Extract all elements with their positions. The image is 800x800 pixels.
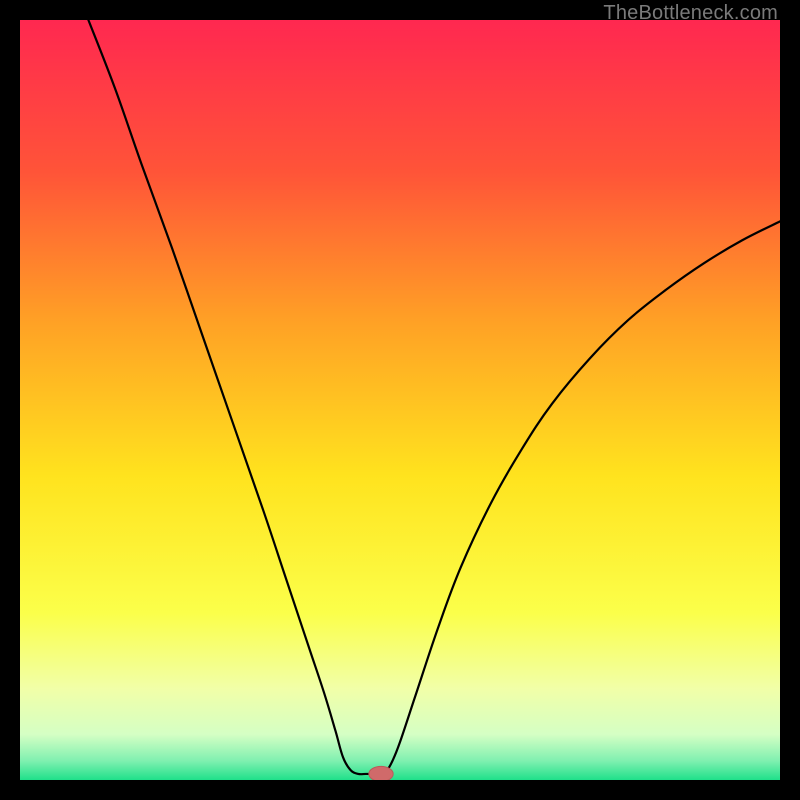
chart-svg [20,20,780,780]
plot-area [20,20,780,780]
gradient-background [20,20,780,780]
chart-frame: TheBottleneck.com [0,0,800,800]
optimal-point-marker [369,766,393,780]
